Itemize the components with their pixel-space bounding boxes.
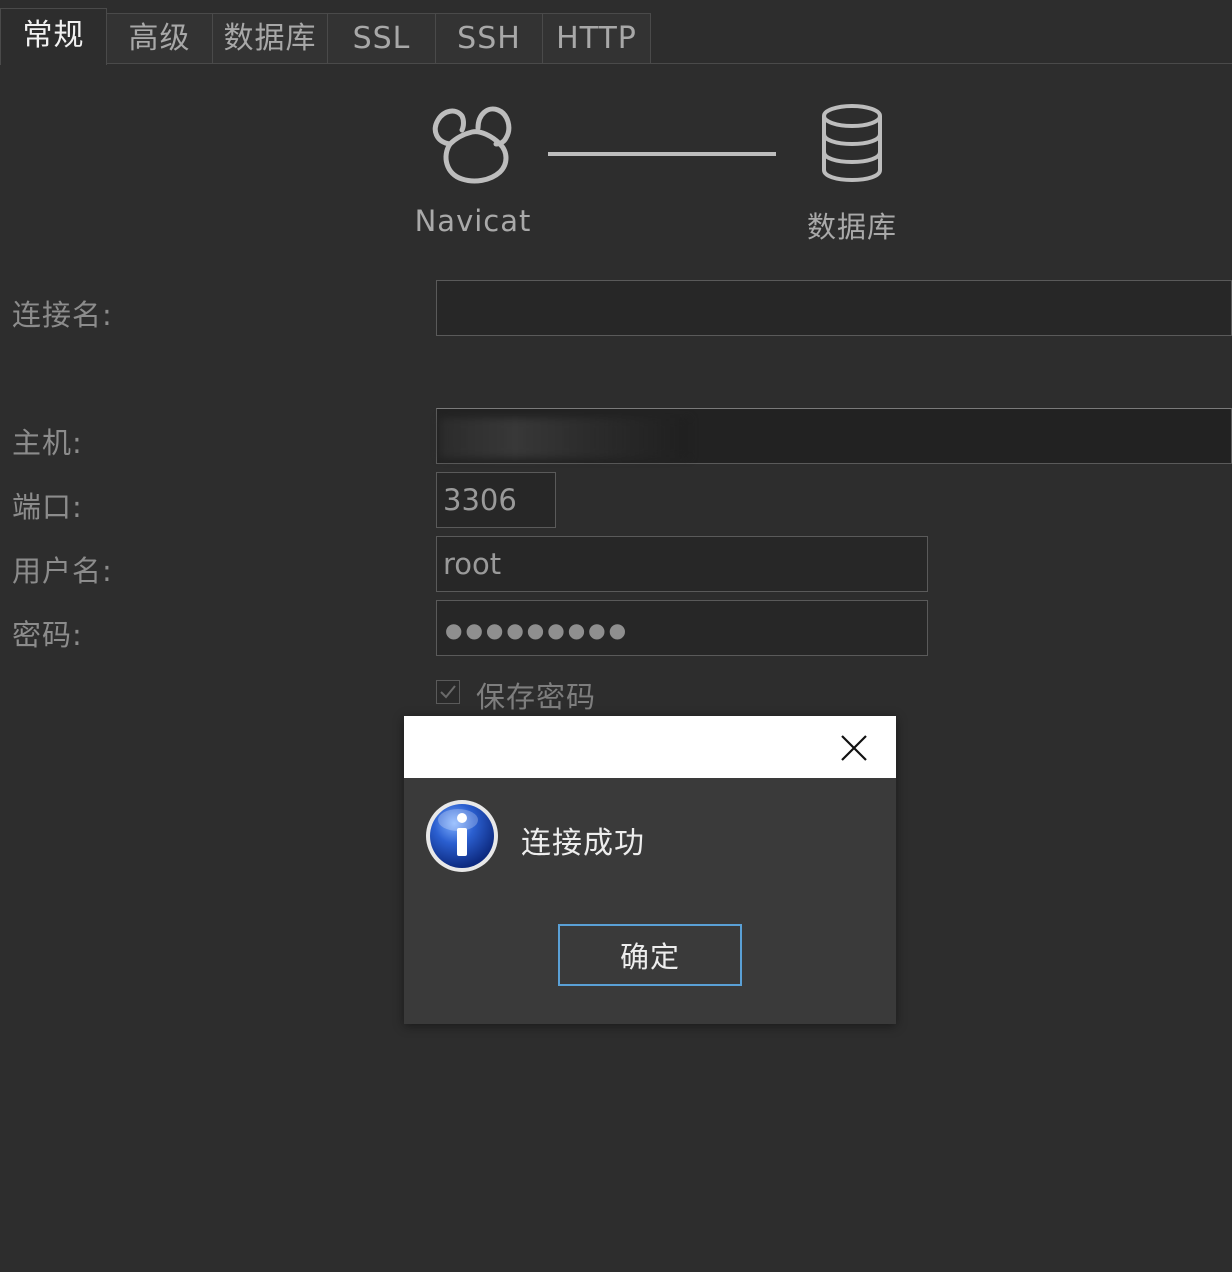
ok-button[interactable]: 确定 [558,924,742,986]
tab-ssh[interactable]: SSH [435,13,543,63]
port-input[interactable] [436,472,556,528]
port-label: 端口: [12,490,83,524]
host-label: 主机: [12,426,83,460]
checkmark-icon [440,685,456,699]
username-label: 用户名: [12,554,113,588]
close-icon[interactable] [834,728,874,768]
password-mask: ●●●●●●●●● [445,618,630,642]
save-password-checkbox[interactable] [436,680,460,704]
username-input[interactable] [436,536,928,592]
navicat-logo-icon [428,100,516,186]
tab-ssl[interactable]: SSL [327,13,436,63]
dialog-message: 连接成功 [521,826,645,861]
tab-http[interactable]: HTTP [542,13,651,63]
connection-line [548,152,776,156]
tab-advanced[interactable]: 高级 [106,13,213,63]
connection-success-dialog: 连接成功 确定 [404,716,896,1024]
host-redaction [440,418,690,458]
tab-database[interactable]: 数据库 [212,13,328,63]
database-icon [820,102,884,184]
save-password-label: 保存密码 [476,680,597,714]
navicat-label: Navicat [414,204,532,238]
password-label: 密码: [12,618,83,652]
tab-bar: 常规 高级 数据库 SSL SSH HTTP [0,0,1232,65]
dialog-titlebar [404,716,896,778]
database-label: 数据库 [806,210,897,244]
tab-general[interactable]: 常规 [0,8,107,65]
connection-name-input[interactable] [436,280,1232,336]
info-icon [424,798,500,874]
connection-name-label: 连接名: [12,298,113,332]
